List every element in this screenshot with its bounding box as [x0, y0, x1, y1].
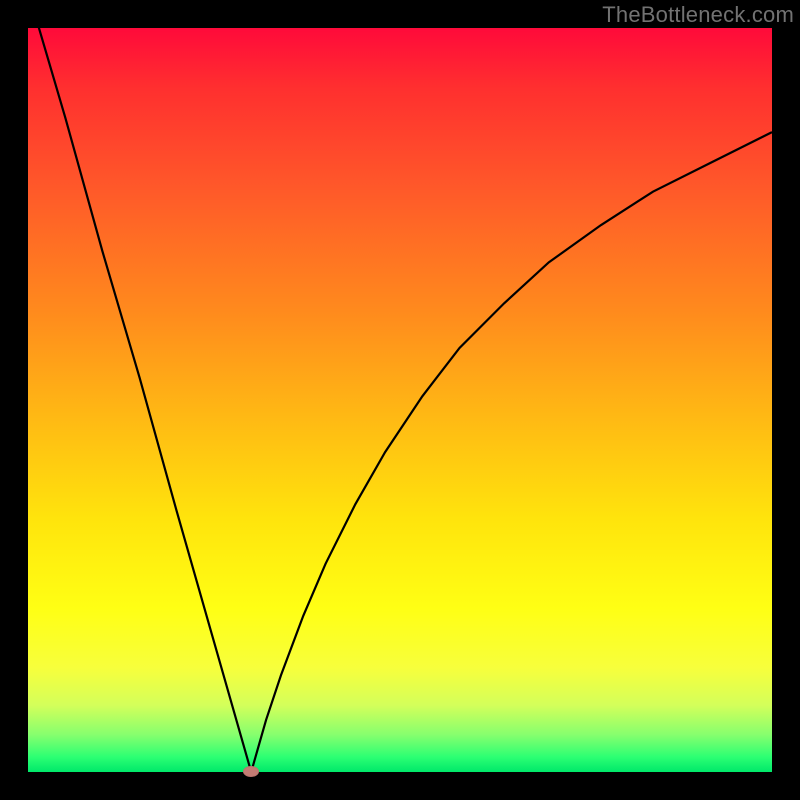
optimum-marker: [243, 766, 259, 777]
watermark-text: TheBottleneck.com: [602, 2, 794, 28]
chart-frame: TheBottleneck.com: [0, 0, 800, 800]
curve-svg: [28, 28, 772, 772]
bottleneck-curve: [28, 28, 772, 772]
plot-area: [28, 28, 772, 772]
